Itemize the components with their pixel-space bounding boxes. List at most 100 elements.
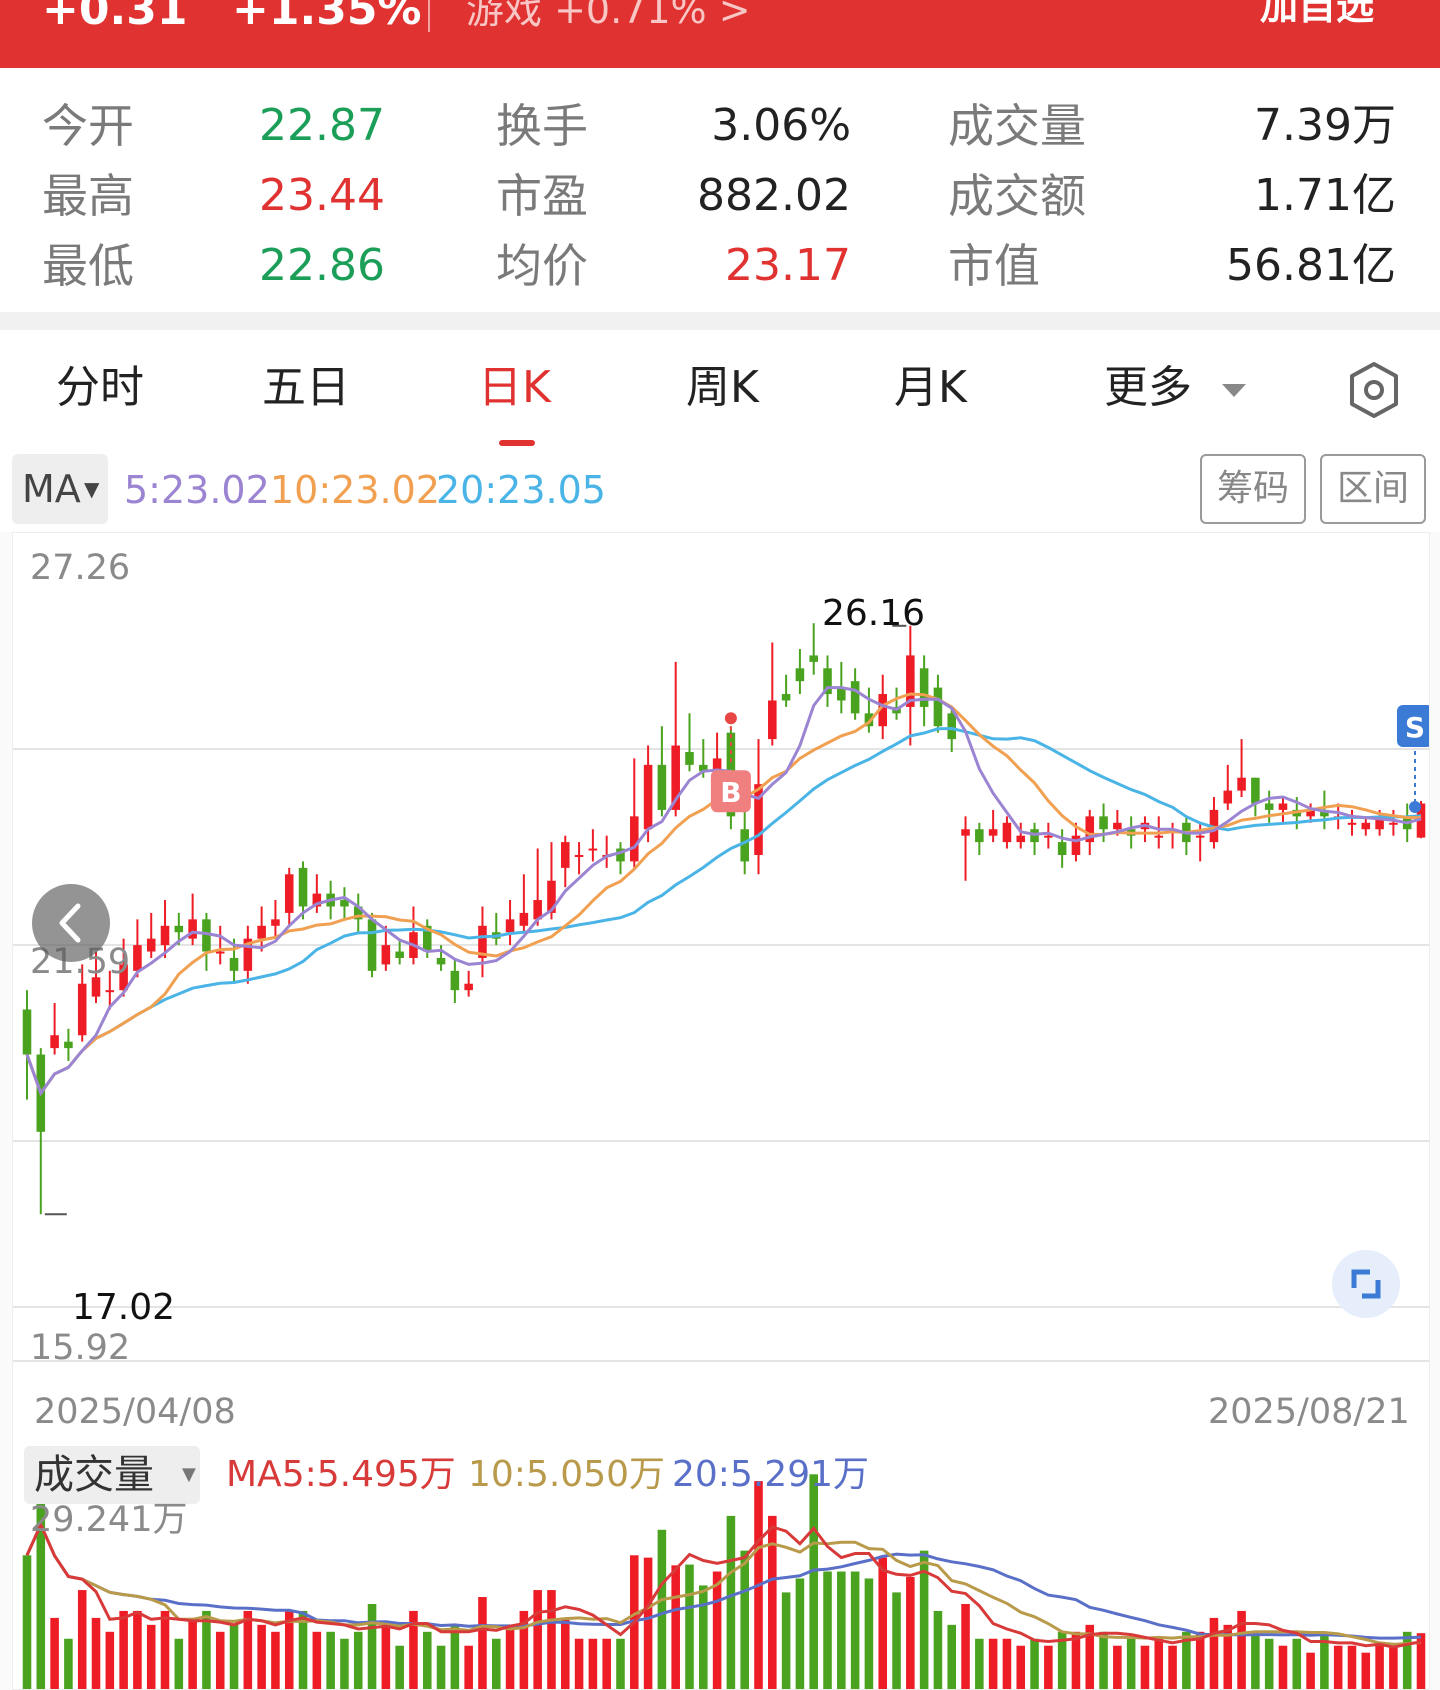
volume-bar [533, 1590, 542, 1689]
volume-bar [229, 1624, 239, 1689]
volume-ma10: 10:5.050万 [468, 1454, 665, 1495]
volume-bar [1361, 1652, 1371, 1689]
candle-body [1099, 816, 1108, 830]
quote-label: 换手 [496, 99, 588, 153]
volume-bar [1168, 1645, 1177, 1689]
tab-more[interactable]: 更多 [1104, 360, 1248, 416]
volume-bar [381, 1624, 391, 1689]
volume-bar [133, 1610, 142, 1689]
volume-bar [119, 1610, 128, 1689]
candle-body [284, 874, 294, 913]
volume-bar [588, 1638, 598, 1689]
candle-body [1278, 803, 1288, 810]
range-button[interactable]: 区间 [1320, 454, 1426, 524]
quote-value: 22.86 [259, 240, 385, 291]
start-date: 2025/04/08 [34, 1392, 236, 1432]
volume-bar [1347, 1645, 1357, 1689]
add-watchlist-button[interactable]: 加自选 [1260, 0, 1374, 28]
volume-bar [64, 1638, 73, 1689]
candle-body [1251, 777, 1260, 804]
candle-body [1154, 835, 1164, 838]
volume-bar [326, 1631, 335, 1689]
volume-bar [367, 1603, 377, 1689]
volume-bar [1126, 1638, 1136, 1689]
volume-bar [547, 1590, 556, 1689]
volume-bar [353, 1631, 363, 1689]
quote-label: 均价 [496, 239, 588, 293]
tab-weekly-k[interactable]: 周K [686, 360, 759, 416]
ma-indicator-row: MA ▼ 5:23.02 10:23.02 20:23.05 筹码 区间 [0, 448, 1440, 532]
tab-intraday[interactable]: 分时 [56, 360, 144, 416]
volume-bar [491, 1638, 501, 1689]
volume-bar [574, 1638, 584, 1689]
sell-marker-text: S [1405, 711, 1425, 744]
candle-body [298, 867, 308, 907]
quote-label: 市盈 [496, 169, 588, 223]
tab-more-label: 更多 [1104, 362, 1192, 413]
quote-value: 56.81亿 [1226, 240, 1396, 291]
volume-bar [340, 1638, 349, 1689]
candle-body [1237, 777, 1246, 791]
candle-body [657, 764, 667, 810]
candle-body [271, 919, 280, 926]
volume-bar [160, 1610, 170, 1689]
volume-bar [947, 1624, 957, 1689]
candle-body [933, 687, 943, 727]
quote-label: 市值 [948, 239, 1040, 293]
volume-bar [1375, 1645, 1384, 1689]
quote-value: 882.02 [697, 170, 851, 221]
tab-daily-k[interactable]: 日K [478, 360, 551, 416]
price-change: +0.31 [42, 0, 188, 35]
caret-down-icon: ▼ [84, 477, 100, 501]
volume-bar [1402, 1631, 1412, 1689]
candle-body [519, 912, 529, 926]
candle-body [1361, 822, 1371, 830]
candle-body [975, 829, 984, 843]
candle-body [809, 655, 818, 662]
volume-bar [685, 1564, 694, 1689]
quote-label: 今开 [42, 99, 134, 153]
volume-bar [243, 1610, 253, 1689]
tab-monthly-k[interactable]: 月K [894, 360, 967, 416]
candle-body [1016, 835, 1026, 843]
volume-bar [202, 1610, 211, 1689]
volume-bar [395, 1645, 404, 1689]
tab-five-day[interactable]: 五日 [262, 360, 350, 416]
candle-body [133, 945, 142, 971]
candle-body [961, 829, 970, 836]
volume-bar [1002, 1638, 1012, 1689]
volume-bar [174, 1638, 184, 1689]
fullscreen-button[interactable] [1332, 1250, 1400, 1318]
volume-bar [1264, 1638, 1274, 1689]
candle-body [919, 668, 929, 707]
candle-body [215, 951, 225, 954]
candle-body [450, 970, 460, 991]
quote-label: 最低 [42, 239, 134, 293]
quote-value: 23.17 [725, 240, 851, 291]
volume-bar [560, 1617, 570, 1689]
volume-bar [1292, 1638, 1302, 1689]
candle-body [643, 764, 653, 830]
ma5-value: 5:23.02 [124, 468, 270, 512]
back-button[interactable] [32, 884, 110, 962]
volume-bar [257, 1624, 266, 1689]
volume-bar [1389, 1645, 1398, 1689]
volume-bar [892, 1592, 901, 1689]
quote-panel: 今开 22.87 换手 3.06% 成交量 7.39万 最高 23.44 市盈 882.02 成交额… [0, 68, 1440, 312]
volume-bar [91, 1617, 101, 1689]
ma-selector[interactable]: MA ▼ [12, 454, 108, 524]
chip-distribution-button[interactable]: 筹码 [1200, 454, 1306, 524]
candle-body [395, 951, 404, 958]
volume-ma5: MA5:5.495万 [226, 1454, 456, 1495]
sector-link[interactable]: 游戏 +0.71% > [466, 0, 751, 32]
quote-value: 3.06% [711, 100, 851, 151]
candle-body [574, 854, 584, 857]
volume-bar [643, 1557, 653, 1689]
candle-body [146, 938, 156, 952]
volume-bar [878, 1557, 888, 1689]
candle-body [64, 1041, 73, 1049]
volume-selector[interactable]: 成交量 ▼ [24, 1446, 200, 1504]
low-price-marker: 17.02 [72, 1287, 176, 1328]
settings-icon[interactable] [1346, 360, 1402, 420]
volume-bar [975, 1638, 984, 1689]
